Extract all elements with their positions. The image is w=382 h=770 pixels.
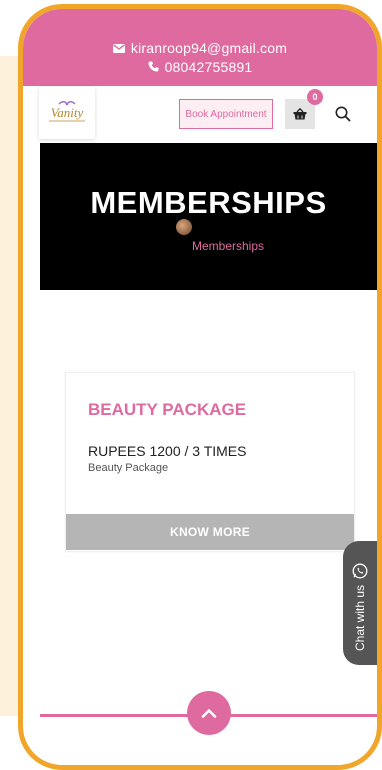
- logo-mark: Vanity: [49, 101, 85, 122]
- mail-icon: [112, 42, 125, 56]
- email-text: kiranroop94@gmail.com: [130, 40, 288, 56]
- package-price: RUPEES 1200 / 3 TIMES: [88, 443, 247, 459]
- chat-label: Chat with us: [353, 584, 367, 651]
- membership-card: BEAUTY PACKAGE RUPEES 1200 / 3 TIMES Bea…: [65, 372, 355, 552]
- phone-icon: [148, 61, 159, 75]
- breadcrumb[interactable]: Memberships: [192, 239, 264, 253]
- basket-icon: [293, 108, 307, 120]
- search-button[interactable]: [335, 106, 351, 127]
- phone-row[interactable]: 08042755891: [23, 59, 377, 75]
- logo-text: Vanity: [51, 105, 84, 120]
- search-icon: [335, 106, 351, 122]
- whatsapp-icon: [352, 563, 368, 579]
- package-subtitle: Beauty Package: [88, 462, 169, 474]
- chat-with-us-button[interactable]: Chat with us: [343, 541, 377, 665]
- page-title: MEMBERSHIPS: [90, 185, 327, 220]
- scroll-to-top-button[interactable]: [187, 691, 231, 735]
- email-row[interactable]: kiranroop94@gmail.com: [23, 40, 377, 56]
- book-appointment-button[interactable]: Book Appointment: [179, 99, 273, 129]
- package-title: BEAUTY PACKAGE: [88, 400, 247, 419]
- cart-count-badge: 0: [307, 89, 323, 105]
- logo[interactable]: Vanity: [39, 87, 95, 139]
- hero-banner: MEMBERSHIPS Memberships: [40, 143, 377, 290]
- phone-frame: kiranroop94@gmail.com 08042755891 Vanity…: [18, 4, 382, 770]
- cursor-avatar: [176, 219, 192, 235]
- chevron-up-icon: [201, 709, 217, 718]
- contact-bar: kiranroop94@gmail.com 08042755891: [23, 9, 377, 86]
- know-more-button[interactable]: KNOW MORE: [66, 514, 354, 550]
- phone-text: 08042755891: [164, 59, 253, 75]
